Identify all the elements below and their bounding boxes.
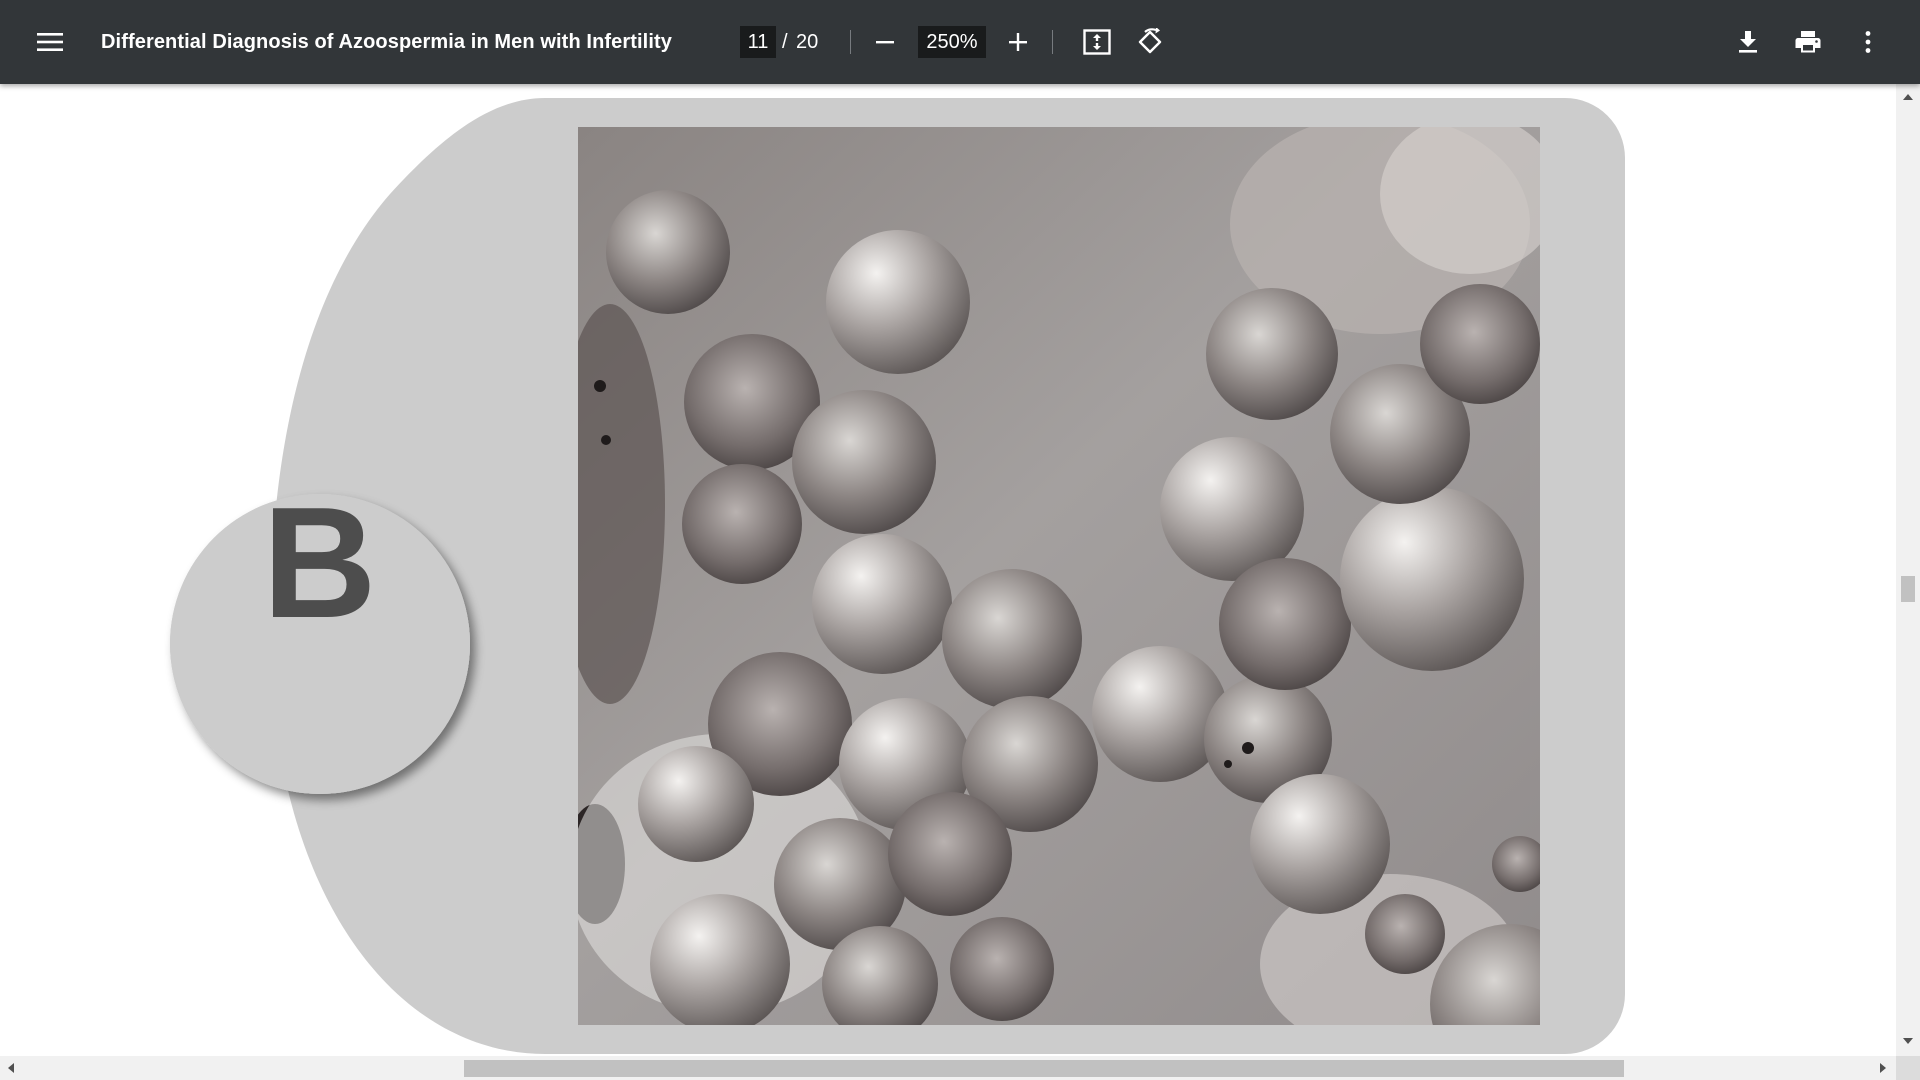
toolbar-divider xyxy=(1052,30,1053,54)
zoom-out-button[interactable] xyxy=(861,18,909,66)
page-number-input[interactable] xyxy=(740,26,776,58)
fit-to-page-button[interactable] xyxy=(1073,18,1121,66)
pdf-toolbar: Differential Diagnosis of Azoospermia in… xyxy=(0,0,1920,84)
micrograph-image xyxy=(578,127,1540,1025)
fit-to-page-icon xyxy=(1083,29,1111,55)
page-total: 20 xyxy=(796,30,819,53)
more-actions-button[interactable] xyxy=(1844,18,1892,66)
scroll-right-arrow-icon[interactable] xyxy=(1880,1063,1886,1073)
rotate-counterclockwise-icon xyxy=(1138,28,1162,54)
page-separator: / xyxy=(782,30,788,53)
scroll-up-arrow-icon[interactable] xyxy=(1903,94,1913,100)
print-button[interactable] xyxy=(1784,18,1832,66)
scrollbar-corner xyxy=(1896,1056,1920,1080)
figure-label: B xyxy=(262,475,377,651)
pdf-viewer[interactable]: B xyxy=(0,84,1896,1056)
more-vertical-icon xyxy=(1865,31,1871,53)
menu-button[interactable] xyxy=(26,18,74,66)
toolbar-divider xyxy=(850,30,851,54)
hamburger-menu-icon xyxy=(37,33,63,51)
vertical-scrollbar-thumb[interactable] xyxy=(1901,576,1915,602)
rotate-button[interactable] xyxy=(1126,18,1174,66)
zoom-in-button[interactable] xyxy=(994,18,1042,66)
horizontal-scrollbar-thumb[interactable] xyxy=(464,1060,1624,1077)
print-icon xyxy=(1795,31,1821,53)
zoom-input[interactable] xyxy=(918,26,986,58)
download-icon xyxy=(1739,31,1757,53)
scroll-down-arrow-icon[interactable] xyxy=(1903,1038,1913,1044)
horizontal-scrollbar[interactable] xyxy=(0,1056,1896,1080)
minus-icon xyxy=(876,41,894,44)
plus-icon xyxy=(1009,33,1027,51)
download-button[interactable] xyxy=(1724,18,1772,66)
scroll-left-arrow-icon[interactable] xyxy=(8,1063,14,1073)
document-title: Differential Diagnosis of Azoospermia in… xyxy=(101,30,672,53)
vertical-scrollbar[interactable] xyxy=(1896,84,1920,1056)
